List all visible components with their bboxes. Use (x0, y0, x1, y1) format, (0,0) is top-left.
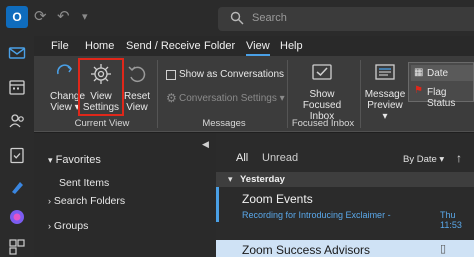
arrangement-flag-status-label: Flag Status (427, 87, 456, 109)
message-item[interactable]: Zoom Success Advisors ▯ (216, 240, 474, 257)
groups-item[interactable]: › Groups (48, 220, 88, 232)
message-list: All Unread By Date ▾ ↑ ▾ Yesterday Zoom … (216, 133, 474, 257)
unread-indicator (216, 187, 219, 222)
show-as-conversations-checkbox[interactable] (166, 70, 176, 80)
messages-group-label: Messages (202, 118, 246, 129)
collapse-pane-icon[interactable]: ◀ (202, 139, 209, 150)
chevron-right-icon: › (48, 196, 51, 206)
tasks-icon[interactable] (8, 146, 26, 164)
change-view-label-1: Change (50, 91, 86, 102)
flag-icon: ⚑ (414, 85, 423, 96)
message-preview-button[interactable]: Message Preview ▾ (364, 62, 406, 122)
message-subject: Recording for Introducing Exclaimer - (242, 210, 391, 220)
reset-view-label-2: View (126, 102, 148, 113)
tab-all[interactable]: All (236, 152, 248, 164)
folder-pane: ◀ ▾ Favorites Sent Items › Search Folder… (34, 133, 216, 257)
sort-direction-icon[interactable]: ↑ (456, 151, 462, 165)
chevron-down-icon: ▾ (48, 155, 53, 165)
pen-app-icon[interactable] (8, 178, 26, 196)
search-folders-item[interactable]: › Search Folders (48, 195, 125, 207)
show-as-conversations-label: Show as Conversations (179, 69, 285, 80)
calendar-small-icon: ▦ (414, 67, 424, 78)
more-apps-icon[interactable] (8, 238, 26, 256)
tab-view[interactable]: View (246, 40, 270, 56)
message-sender: Zoom Success Advisors (242, 243, 371, 257)
conversation-settings-button[interactable]: Conversation Settings ▾ (179, 93, 285, 104)
message-sender: Zoom Events (242, 192, 313, 206)
change-view-icon (57, 64, 73, 75)
chevron-down-icon: ▾ (228, 174, 233, 184)
message-group-header[interactable]: ▾ Yesterday (216, 172, 474, 187)
ribbon-separator (287, 60, 288, 128)
title-bar: O ⟳ ↶ ▾ Search (0, 0, 474, 36)
mail-icon[interactable] (8, 44, 26, 62)
copilot-app-icon[interactable] (8, 208, 26, 226)
reset-view-button[interactable]: Reset View (122, 62, 152, 113)
change-view-button[interactable]: Change View ▾ (50, 62, 86, 113)
outlook-logo: O (6, 6, 28, 28)
tab-file[interactable]: File (51, 40, 69, 52)
attachment-icon: ▯ (440, 243, 447, 255)
reset-view-icon (128, 66, 146, 83)
ribbon-separator (360, 60, 361, 128)
arrangement-date-option[interactable]: ▦ Date (411, 65, 473, 81)
focused-inbox-icon (312, 64, 332, 80)
focused-inbox-group-label: Focused Inbox (291, 118, 355, 129)
search-placeholder: Search (252, 12, 287, 24)
message-preview-label-2: Preview ▾ (367, 100, 403, 122)
message-preview-label-1: Message (364, 89, 406, 100)
group-header-label: Yesterday (240, 174, 285, 185)
change-view-label-2: View ▾ (50, 102, 80, 113)
search-input[interactable]: Search (218, 7, 474, 31)
show-focused-inbox-label-1: Show Focused (302, 89, 342, 111)
sort-by-date-dropdown[interactable]: By Date ▾ (403, 154, 444, 165)
tab-help[interactable]: Help (280, 40, 303, 52)
arrangement-flag-status-option[interactable]: ⚑ Flag Status (411, 84, 473, 109)
ribbon-separator (157, 60, 158, 128)
tab-folder[interactable]: Folder (204, 40, 235, 52)
message-filter-bar: All Unread By Date ▾ ↑ (216, 133, 474, 173)
tab-send-receive[interactable]: Send / Receive (126, 40, 201, 52)
reset-view-label-1: Reset (123, 91, 151, 102)
current-view-group-label: Current View (74, 118, 130, 129)
ribbon: Change View ▾ View Settings Reset View C… (34, 56, 474, 132)
arrangement-date-label: Date (427, 68, 449, 79)
undo-icon[interactable]: ↶ (57, 9, 70, 25)
message-item[interactable]: Zoom Events Recording for Introducing Ex… (216, 187, 474, 230)
arrangement-gallery: ▦ Date ⚑ Flag Status (408, 62, 474, 109)
people-icon[interactable] (8, 112, 26, 130)
tab-home[interactable]: Home (85, 40, 114, 52)
message-time: Thu 11:53 (440, 210, 462, 230)
app-rail (0, 36, 34, 257)
chevron-right-icon: › (48, 221, 51, 231)
tab-unread[interactable]: Unread (262, 152, 298, 164)
show-focused-inbox-button[interactable]: Show Focused Inbox (292, 62, 352, 122)
quick-access-dropdown-icon[interactable]: ▾ (82, 9, 88, 25)
ribbon-tabs: File Home Send / Receive Folder View Hel… (34, 36, 474, 56)
sent-items-folder[interactable]: Sent Items (59, 177, 109, 189)
view-settings-highlight (78, 58, 124, 116)
conversation-settings-icon: ⚙ (166, 91, 177, 105)
message-preview-icon (375, 64, 395, 80)
calendar-icon[interactable] (8, 78, 26, 96)
sync-icon[interactable]: ⟳ (34, 9, 47, 25)
favorites-header[interactable]: ▾ Favorites (48, 154, 101, 166)
search-icon (230, 11, 244, 25)
